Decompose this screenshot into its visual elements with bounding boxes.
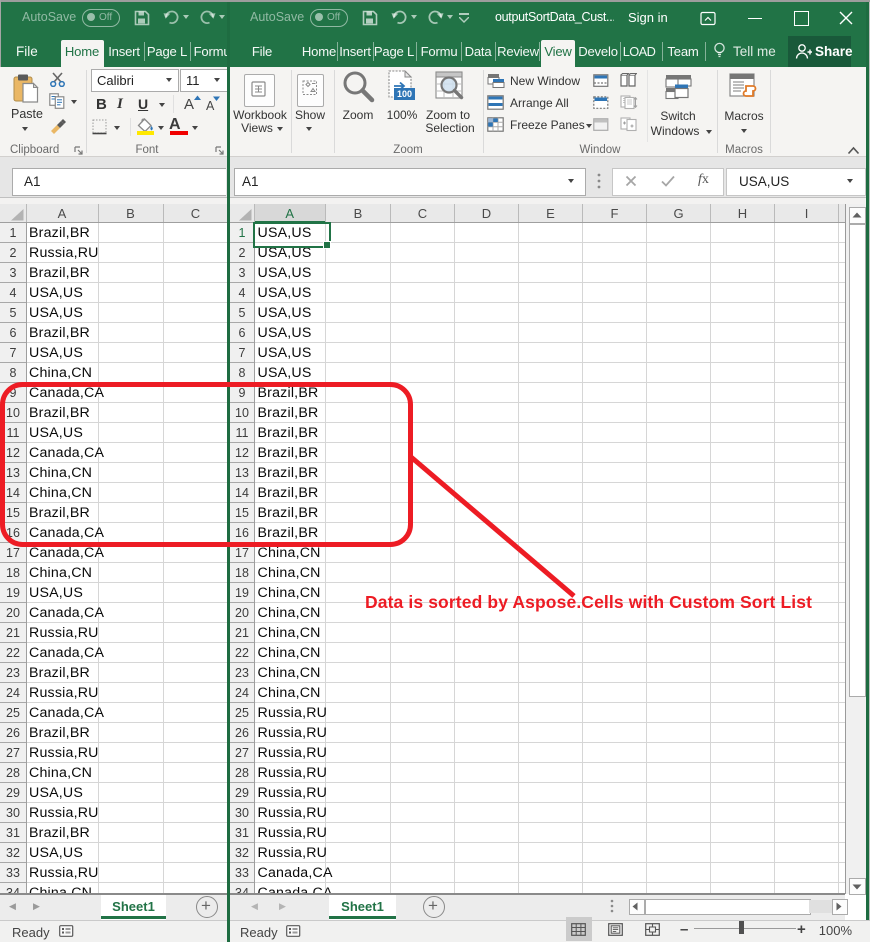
svg-text:Data is sorted by Aspose.Cells: Data is sorted by Aspose.Cells with Cust… — [365, 592, 812, 612]
